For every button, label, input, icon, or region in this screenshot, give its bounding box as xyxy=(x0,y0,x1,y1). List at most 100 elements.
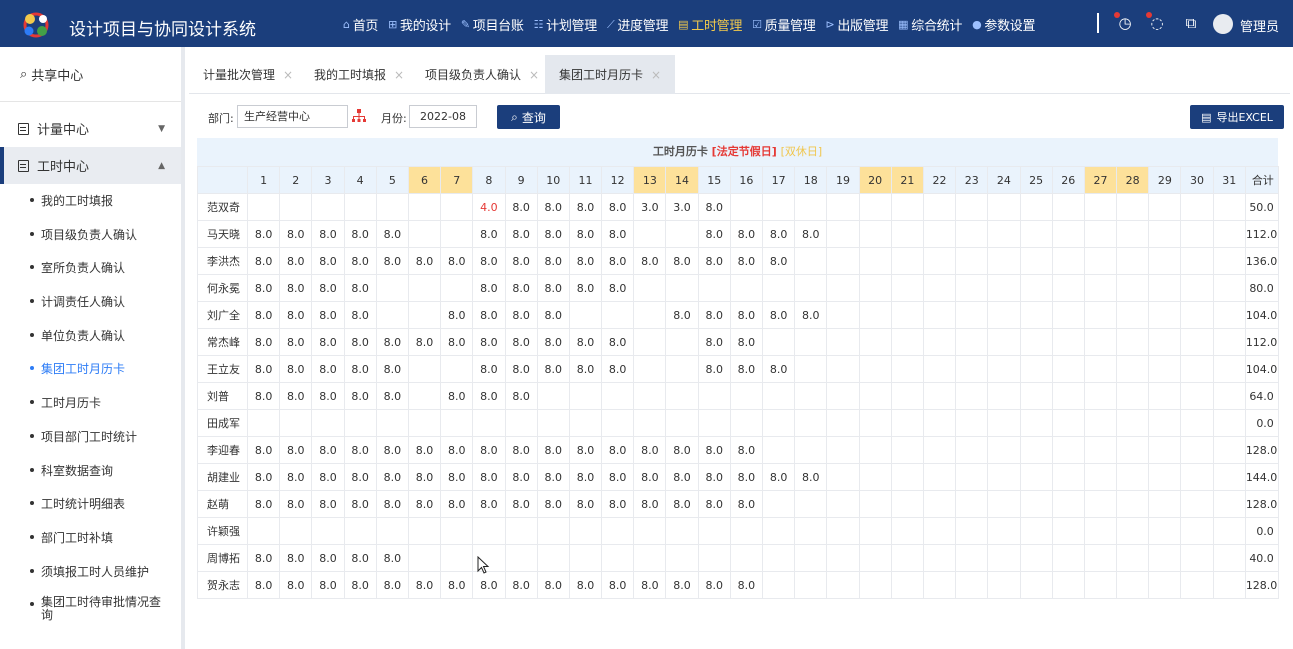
close-icon[interactable]: × xyxy=(651,68,661,82)
hours-cell xyxy=(1180,274,1214,302)
month-field[interactable]: 2022-08 xyxy=(409,105,477,128)
hours-cell: 8.0 xyxy=(472,328,506,356)
worktime-calendar-table: 1 2 3 4 5 6 7 8 9 10 11 12 13 14 15 16 17 18 19 20 21 22 23 24 2… xyxy=(197,166,1279,599)
hours-cell xyxy=(1116,463,1150,491)
sidebar-item[interactable]: 项目部门工时统计 xyxy=(0,428,181,462)
close-icon[interactable]: × xyxy=(283,68,293,82)
hours-cell: 8.0 xyxy=(729,463,764,491)
table-row: 田成军 0.0 xyxy=(197,409,1279,437)
employee-name-cell: 范双奇 xyxy=(197,193,248,221)
query-button[interactable]: ⌕ 查询 xyxy=(497,105,560,129)
chevron-up-icon: ▲ xyxy=(158,160,165,171)
bullet-icon xyxy=(30,198,34,202)
close-icon[interactable]: × xyxy=(394,68,404,82)
user-name[interactable]: 管理员 xyxy=(1240,16,1279,35)
hours-cell xyxy=(858,544,892,572)
sidebar-item[interactable]: 室所负责人确认 xyxy=(0,259,181,293)
sidebar-item[interactable]: 工时月历卡 xyxy=(0,394,181,428)
hours-cell: 8.0 xyxy=(697,247,731,275)
hours-cell xyxy=(1019,544,1053,572)
hours-cell: 8.0 xyxy=(633,436,667,464)
nav-item[interactable]: ✎ 项目台账 xyxy=(461,15,524,34)
sidebar-item[interactable]: 科室数据查询 xyxy=(0,462,181,496)
hours-cell: 8.0 xyxy=(279,355,313,383)
dept-field[interactable]: 生产经营中心 xyxy=(237,105,348,128)
hours-cell xyxy=(1180,517,1214,545)
hours-cell: 8.0 xyxy=(697,220,731,248)
hours-cell xyxy=(890,382,924,410)
hours-cell xyxy=(633,355,667,383)
tab[interactable]: 我的工时填报 × xyxy=(300,55,418,94)
hours-cell xyxy=(1180,490,1214,518)
nav-icon: ▤ xyxy=(678,18,689,31)
hours-cell xyxy=(1180,220,1214,248)
total-cell: 80.0 xyxy=(1244,274,1279,302)
hours-cell xyxy=(922,220,957,248)
export-button-label: 导出EXCEL xyxy=(1216,111,1273,124)
sidebar-group-metering[interactable]: 计量中心 ▼ xyxy=(0,110,181,147)
export-excel-button[interactable]: ▤ 导出EXCEL xyxy=(1190,105,1284,129)
hours-cell xyxy=(536,517,570,545)
close-icon[interactable]: × xyxy=(529,68,539,82)
nav-item[interactable]: ⊳ 出版管理 xyxy=(825,15,888,34)
day-header-cell: 13 xyxy=(633,166,667,194)
tab[interactable]: 集团工时月历卡 × xyxy=(545,55,676,94)
nav-item[interactable]: ▤ 工时管理 xyxy=(678,15,742,34)
alarm-clock-icon[interactable]: ◷ xyxy=(1114,12,1134,32)
nav-icon: ⌂ xyxy=(343,18,350,31)
nav-item[interactable]: ⊞ 我的设计 xyxy=(388,15,451,34)
hours-cell: 8.0 xyxy=(601,247,635,275)
hours-cell: 8.0 xyxy=(407,328,442,356)
hours-cell xyxy=(794,517,828,545)
bullet-icon xyxy=(30,534,34,539)
sidebar-item[interactable]: 须填报工时人员维护 xyxy=(0,563,181,597)
window-icon[interactable]: ⧉ xyxy=(1182,14,1200,32)
hours-cell xyxy=(922,382,957,410)
sidebar-item[interactable]: 计调责任人确认 xyxy=(0,293,181,327)
table-row: 刘广全 8.0 8.0 8.0 8.0 8.0 8.0 8.0 8.0 8.0 8.0 8.0 8.0 8… xyxy=(197,301,1279,329)
org-tree-icon[interactable] xyxy=(352,108,366,124)
message-icon[interactable]: ◌ xyxy=(1146,12,1166,32)
share-center[interactable]: ⌕ 共享中心 xyxy=(0,47,181,102)
hours-cell xyxy=(1212,517,1246,545)
sidebar-item[interactable]: 集团工时月历卡 xyxy=(0,360,181,394)
nav-item[interactable]: ☷ 计划管理 xyxy=(534,15,598,34)
sidebar-item[interactable]: 工时统计明细表 xyxy=(0,495,181,529)
sidebar-item[interactable]: 集团工时待审批情况查询 xyxy=(0,596,181,630)
hours-cell xyxy=(1083,220,1118,248)
hours-cell xyxy=(1051,544,1085,572)
hours-cell: 8.0 xyxy=(568,436,603,464)
hours-cell xyxy=(1083,544,1118,572)
calendar-title: 工时月历卡 [法定节假日] [双休日] xyxy=(197,138,1278,166)
hours-cell: 8.0 xyxy=(601,463,635,491)
hours-cell xyxy=(279,517,313,545)
hours-cell: 8.0 xyxy=(343,328,377,356)
hours-cell: 8.0 xyxy=(665,490,699,518)
nav-item[interactable]: ☑ 质量管理 xyxy=(752,15,816,34)
hours-cell: 8.0 xyxy=(568,571,603,599)
hours-cell xyxy=(987,193,1021,221)
hours-cell xyxy=(1083,355,1118,383)
total-cell: 128.0 xyxy=(1244,490,1279,518)
hours-cell: 8.0 xyxy=(761,463,796,491)
tab[interactable]: 项目级负责人确认 × xyxy=(411,55,553,94)
hours-cell xyxy=(311,517,345,545)
sidebar-item[interactable]: 我的工时填报 xyxy=(0,192,181,226)
hours-cell xyxy=(246,193,281,221)
nav-item[interactable]: ● 参数设置 xyxy=(972,15,1035,34)
day-header-cell: 19 xyxy=(826,166,860,194)
hours-cell xyxy=(407,301,442,329)
sidebar-item[interactable]: 部门工时补填 xyxy=(0,529,181,563)
hours-cell xyxy=(440,274,474,302)
avatar[interactable] xyxy=(1213,14,1233,34)
hours-cell xyxy=(890,463,924,491)
nav-item[interactable]: ⌂ 首页 xyxy=(343,15,378,34)
search-doc-icon: ⌕ xyxy=(20,66,28,82)
sidebar-group-worktime[interactable]: 工时中心 ▲ xyxy=(0,147,181,184)
nav-item[interactable]: ▦ 综合统计 xyxy=(898,15,962,34)
nav-item[interactable]: ⟋ 进度管理 xyxy=(607,15,669,35)
nav-label: 综合统计 xyxy=(911,19,963,34)
sidebar-item[interactable]: 项目级负责人确认 xyxy=(0,226,181,260)
sidebar-item[interactable]: 单位负责人确认 xyxy=(0,327,181,361)
tab[interactable]: 计量批次管理 × xyxy=(189,55,307,94)
